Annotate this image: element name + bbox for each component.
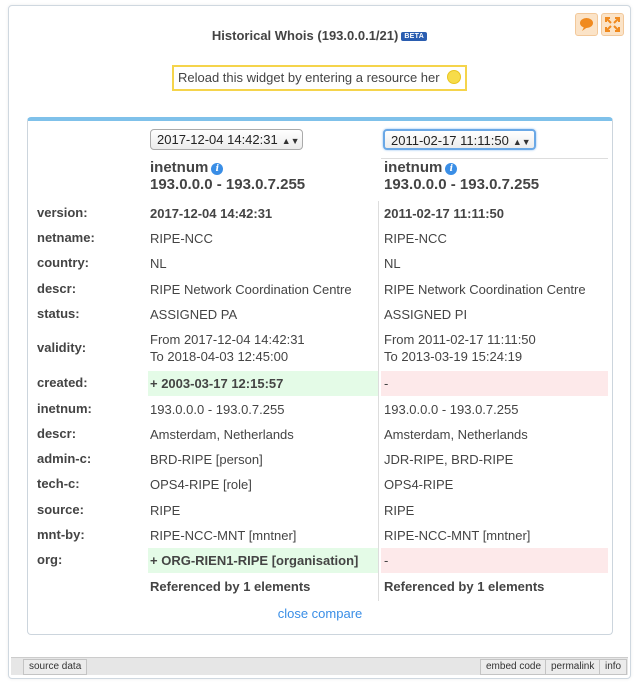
left-value: OPS4-RIPE [role] [150, 477, 252, 492]
right-value: RIPE-NCC-MNT [mntner] [384, 528, 531, 543]
attr-label: created: [37, 375, 88, 390]
right-value: OPS4-RIPE [384, 477, 454, 492]
left-object-type: inetnum [150, 159, 209, 176]
right-value: 2011-02-17 11:11:50 [384, 206, 504, 221]
speech-bubble-icon [580, 18, 593, 31]
right-value: RIPE [384, 503, 415, 518]
left-value: 2017-12-04 14:42:31 [150, 206, 273, 221]
left-value: RIPE [150, 503, 181, 518]
left-referenced-count: Referenced by 1 elements [150, 579, 311, 594]
left-value: RIPE Network Coordination Centre [150, 282, 352, 297]
right-value-removed: - [381, 548, 608, 573]
column-divider [378, 201, 379, 601]
attr-label: country: [37, 255, 89, 270]
left-value: 193.0.0.0 - 193.0.7.255 [150, 402, 285, 417]
left-value: ASSIGNED PA [150, 307, 238, 322]
expand-button[interactable] [601, 13, 624, 36]
chevron-updown-icon: ▲▼ [281, 136, 300, 146]
right-value-removed: - [381, 371, 608, 396]
left-object-header: inetnum i 193.0.0.0 - 193.0.7.255 [150, 159, 305, 193]
info-icon[interactable]: i [445, 163, 458, 175]
left-value: From 2017-12-04 14:42:31 To 2018-04-03 1… [148, 330, 378, 366]
attr-label: inetnum: [37, 401, 92, 416]
attr-label: version: [37, 205, 88, 220]
left-value: Amsterdam, Netherlands [150, 427, 294, 442]
attr-label: status: [37, 306, 80, 321]
left-version-select[interactable]: 2017-12-04 14:42:31 ▲▼ [150, 129, 303, 150]
beta-badge: BETA [401, 32, 428, 41]
right-value: Amsterdam, Netherlands [384, 427, 528, 442]
right-object-header: inetnum i 193.0.0.0 - 193.0.7.255 [384, 159, 539, 193]
resource-input-text: Reload this widget by entering a resourc… [178, 70, 440, 85]
attr-label: descr: [37, 426, 77, 441]
attr-label: descr: [37, 281, 77, 296]
right-value: 193.0.0.0 - 193.0.7.255 [384, 402, 519, 417]
left-value: NL [150, 256, 167, 271]
right-object-type: inetnum [384, 159, 443, 176]
permalink-button[interactable]: permalink [545, 659, 601, 675]
close-compare-link[interactable]: close compare [28, 606, 612, 621]
historical-whois-widget: Historical Whois (193.0.0.1/21) BETA Relo… [8, 5, 631, 679]
embed-code-button[interactable]: embed code [480, 659, 548, 675]
widget-footer: source data embed code permalink info [11, 657, 628, 675]
left-value-added: + ORG-RIEN1-RIPE [organisation] [148, 548, 378, 573]
attr-label: mnt-by: [37, 527, 85, 542]
attr-label: tech-c: [37, 476, 80, 491]
right-value: RIPE Network Coordination Centre [384, 282, 586, 297]
right-validity-from: From 2011-02-17 11:11:50 [384, 332, 536, 347]
left-value: BRD-RIPE [person] [150, 452, 263, 467]
right-version-select[interactable]: 2011-02-17 11:11:50 ▲▼ [383, 129, 536, 150]
left-value: RIPE-NCC [150, 231, 213, 246]
attr-label: admin-c: [37, 451, 92, 466]
right-value: NL [384, 256, 401, 271]
left-value: RIPE-NCC-MNT [mntner] [150, 528, 297, 543]
right-value: ASSIGNED PI [384, 307, 468, 322]
right-validity-to: To 2013-03-19 15:24:19 [384, 349, 523, 364]
feedback-button[interactable] [575, 13, 598, 36]
attr-label: validity: [37, 340, 87, 355]
attr-label: netname: [37, 230, 95, 245]
right-value: JDR-RIPE, BRD-RIPE [384, 452, 514, 467]
compare-panel: 2017-12-04 14:42:31 ▲▼ 2011-02-17 11:11:5… [27, 117, 613, 635]
widget-title-text: Historical Whois (193.0.0.1/21) [211, 28, 399, 43]
attr-label: org: [37, 552, 63, 567]
left-validity-to: To 2018-04-03 12:45:00 [150, 349, 289, 364]
resource-input[interactable]: Reload this widget by entering a resourc… [172, 65, 467, 91]
widget-title: Historical Whois (193.0.0.1/21) BETA [9, 28, 630, 43]
chevron-updown-icon: ▲▼ [512, 137, 531, 147]
expand-icon [605, 17, 620, 32]
right-referenced-count: Referenced by 1 elements [384, 579, 545, 594]
info-icon[interactable]: i [211, 163, 224, 175]
left-validity-from: From 2017-12-04 14:42:31 [150, 332, 305, 347]
bulb-icon [447, 70, 461, 84]
right-value: RIPE-NCC [384, 231, 447, 246]
left-version-value: 2017-12-04 14:42:31 [157, 132, 278, 147]
right-value: From 2011-02-17 11:11:50 To 2013-03-19 1… [381, 330, 608, 366]
attr-label: source: [37, 502, 84, 517]
right-object-range: 193.0.0.0 - 193.0.7.255 [384, 176, 540, 193]
right-version-value: 2011-02-17 11:11:50 [391, 133, 509, 148]
source-data-button[interactable]: source data [23, 659, 88, 675]
left-object-range: 193.0.0.0 - 193.0.7.255 [150, 176, 306, 193]
left-value-added: + 2003-03-17 12:15:57 [148, 371, 378, 396]
info-button[interactable]: info [599, 659, 628, 675]
